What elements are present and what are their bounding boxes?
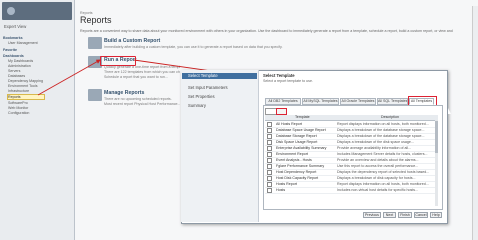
template-name: Hosts (276, 187, 286, 192)
arrow-nav-to-run-report (37, 59, 101, 96)
template-description: Provide an overview and details about th… (337, 157, 419, 162)
template-name: All Hosts Report (276, 121, 302, 126)
dialog-title: Select Template (263, 73, 295, 78)
template-description: Displays a breakdown of disk capacity fo… (337, 175, 416, 180)
finish-button[interactable]: Finish (398, 212, 412, 218)
template-name: Fglare Performance Summary (276, 163, 325, 168)
help-button[interactable]: Help (430, 212, 442, 218)
template-name: Disk Space Usage Report (276, 139, 318, 144)
template-description: Displays a breakdown of the disk space u… (337, 139, 414, 144)
row-select-checkbox[interactable] (267, 188, 272, 193)
wizard-steps-panel (181, 70, 259, 222)
template-name: Database Space Usage Report (276, 127, 326, 132)
step-set-properties[interactable]: Set Properties (188, 94, 254, 99)
table-row[interactable]: Hosts Includes non-virtual host details f… (265, 187, 435, 194)
mouse-cursor-icon (448, 108, 451, 114)
template-name: Database Storage Report (276, 133, 317, 138)
template-description: Use this report to access the overall pe… (337, 163, 419, 168)
template-description: Includes Management Server details for h… (337, 151, 428, 156)
tab-all-db2-templates[interactable]: All DB2 Templates (265, 98, 301, 105)
filter-go-button[interactable] (276, 108, 287, 115)
template-name: Environment Report (276, 151, 308, 156)
step-select-template[interactable]: Select Template (182, 73, 257, 79)
template-name: Event Analysis - Hosts (276, 157, 312, 162)
template-name: Hosts Report (276, 181, 297, 186)
next-button[interactable]: Next (383, 212, 396, 218)
template-description: Report displays information on all hosts… (337, 121, 429, 126)
tab-all-mysql-templates[interactable]: All MySQL Templates (302, 98, 339, 105)
column-template[interactable]: Template (295, 115, 310, 119)
template-description: Provide average availability information… (337, 145, 412, 150)
dialog-subtitle: Select a report template to use. (263, 79, 313, 83)
step-summary[interactable]: Summary (188, 103, 254, 108)
column-description[interactable]: Description (381, 115, 399, 119)
template-name: Host Dependency Report (276, 169, 317, 174)
tab-all-sql-templates[interactable]: All SQL Templates (377, 98, 408, 105)
template-name: Host Disk Capacity Report (276, 175, 319, 180)
tab-all-oracle-templates[interactable]: All Oracle Templates (340, 98, 376, 105)
grid-scrollbar-thumb[interactable] (435, 121, 438, 153)
cancel-button[interactable]: Cancel (414, 212, 428, 218)
template-name: Enterprise Availability Summary (276, 145, 327, 150)
template-description: Displays a breakdown of the database sto… (337, 133, 425, 138)
previous-button[interactable]: Previous (363, 212, 381, 218)
template-description: Displays a breakdown of the database sto… (337, 127, 425, 132)
template-description: Includes non-virtual host details for sp… (337, 187, 419, 192)
template-description: Report displays information on all hosts… (337, 181, 429, 186)
template-description: Displays the dependency report of select… (337, 169, 430, 174)
step-set-input-parameters[interactable]: Set Input Parameters (188, 85, 254, 90)
